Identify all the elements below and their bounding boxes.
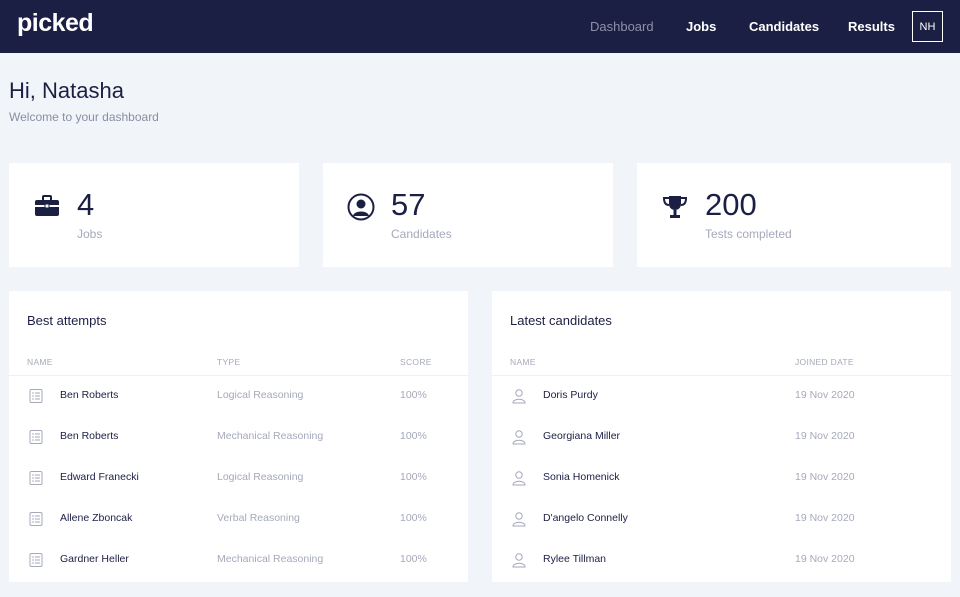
page-subtitle: Welcome to your dashboard bbox=[9, 110, 159, 124]
cell-score: 100% bbox=[400, 430, 427, 442]
column-header-joined-date: JOINED DATE bbox=[795, 357, 854, 367]
list-item[interactable]: Sonia Homenick 19 Nov 2020 bbox=[492, 457, 951, 498]
stat-card-candidates[interactable]: 57 Candidates bbox=[323, 163, 613, 267]
panel-title-best-attempts: Best attempts bbox=[27, 313, 107, 328]
test-document-icon bbox=[29, 512, 43, 526]
stat-card-tests[interactable]: 200 Tests completed bbox=[637, 163, 951, 267]
stat-card-jobs[interactable]: 4 Jobs bbox=[9, 163, 299, 267]
nav-results[interactable]: Results bbox=[848, 19, 895, 34]
column-header-score: SCORE bbox=[400, 357, 432, 367]
stat-value-tests: 200 bbox=[705, 187, 757, 222]
user-outline-icon bbox=[512, 430, 526, 445]
test-document-icon bbox=[29, 553, 43, 567]
table-row[interactable]: Allene Zboncak Verbal Reasoning 100% bbox=[9, 498, 468, 539]
user-avatar-button[interactable]: NH bbox=[912, 11, 943, 42]
nav-candidates[interactable]: Candidates bbox=[749, 19, 819, 34]
list-item[interactable]: Rylee Tillman 19 Nov 2020 bbox=[492, 539, 951, 580]
test-document-icon bbox=[29, 389, 43, 403]
cell-name: Ben Roberts bbox=[60, 389, 119, 401]
cell-joined-date: 19 Nov 2020 bbox=[795, 471, 855, 483]
page-title: Hi, Natasha bbox=[9, 78, 124, 103]
cell-name: Georgiana Miller bbox=[543, 430, 621, 442]
user-outline-icon bbox=[512, 389, 526, 404]
nav-jobs[interactable]: Jobs bbox=[686, 19, 716, 34]
column-header-name: NAME bbox=[510, 357, 536, 367]
user-outline-icon bbox=[512, 512, 526, 527]
cell-type: Mechanical Reasoning bbox=[217, 553, 324, 565]
stat-label-candidates: Candidates bbox=[391, 227, 452, 241]
cell-joined-date: 19 Nov 2020 bbox=[795, 553, 855, 565]
cell-name: Ben Roberts bbox=[60, 430, 119, 442]
stat-value-candidates: 57 bbox=[391, 187, 426, 222]
list-item[interactable]: D'angelo Connelly 19 Nov 2020 bbox=[492, 498, 951, 539]
cell-name: Doris Purdy bbox=[543, 389, 598, 401]
table-row[interactable]: Gardner Heller Mechanical Reasoning 100% bbox=[9, 539, 468, 580]
best-attempts-panel: Best attempts NAME TYPE SCORE Ben Robert… bbox=[9, 291, 468, 582]
nav-dashboard[interactable]: Dashboard bbox=[590, 19, 654, 34]
cell-name: D'angelo Connelly bbox=[543, 512, 628, 524]
cell-name: Rylee Tillman bbox=[543, 553, 607, 565]
cell-type: Verbal Reasoning bbox=[217, 512, 300, 524]
cell-name: Sonia Homenick bbox=[543, 471, 620, 483]
table-row[interactable]: Ben Roberts Mechanical Reasoning 100% bbox=[9, 416, 468, 457]
table-row[interactable]: Edward Franecki Logical Reasoning 100% bbox=[9, 457, 468, 498]
cell-name: Gardner Heller bbox=[60, 553, 129, 565]
test-document-icon bbox=[29, 430, 43, 444]
user-outline-icon bbox=[512, 471, 526, 486]
column-header-type: TYPE bbox=[217, 357, 241, 367]
cell-score: 100% bbox=[400, 512, 427, 524]
cell-type: Mechanical Reasoning bbox=[217, 430, 324, 442]
latest-candidates-panel: Latest candidates NAME JOINED DATE Doris… bbox=[492, 291, 951, 582]
cell-name: Edward Franecki bbox=[60, 471, 139, 483]
cell-joined-date: 19 Nov 2020 bbox=[795, 430, 855, 442]
cell-joined-date: 19 Nov 2020 bbox=[795, 389, 855, 401]
cell-joined-date: 19 Nov 2020 bbox=[795, 512, 855, 524]
cell-type: Logical Reasoning bbox=[217, 471, 304, 483]
user-icon bbox=[347, 193, 375, 221]
table-row[interactable]: Ben Roberts Logical Reasoning 100% bbox=[9, 375, 468, 416]
briefcase-icon bbox=[35, 195, 59, 216]
list-item[interactable]: Georgiana Miller 19 Nov 2020 bbox=[492, 416, 951, 457]
column-header-name: NAME bbox=[27, 357, 53, 367]
stat-label-tests: Tests completed bbox=[705, 227, 792, 241]
cell-type: Logical Reasoning bbox=[217, 389, 304, 401]
list-item[interactable]: Doris Purdy 19 Nov 2020 bbox=[492, 375, 951, 416]
trophy-icon bbox=[662, 196, 688, 218]
panel-title-latest-candidates: Latest candidates bbox=[510, 313, 612, 328]
cell-name: Allene Zboncak bbox=[60, 512, 133, 524]
user-outline-icon bbox=[512, 553, 526, 568]
test-document-icon bbox=[29, 471, 43, 485]
cell-score: 100% bbox=[400, 553, 427, 565]
logo[interactable]: picked bbox=[17, 9, 94, 38]
stat-value-jobs: 4 bbox=[77, 187, 95, 222]
stat-label-jobs: Jobs bbox=[77, 227, 103, 241]
cell-score: 100% bbox=[400, 471, 427, 483]
cell-score: 100% bbox=[400, 389, 427, 401]
top-navbar: picked Dashboard Jobs Candidates Results… bbox=[0, 0, 960, 53]
